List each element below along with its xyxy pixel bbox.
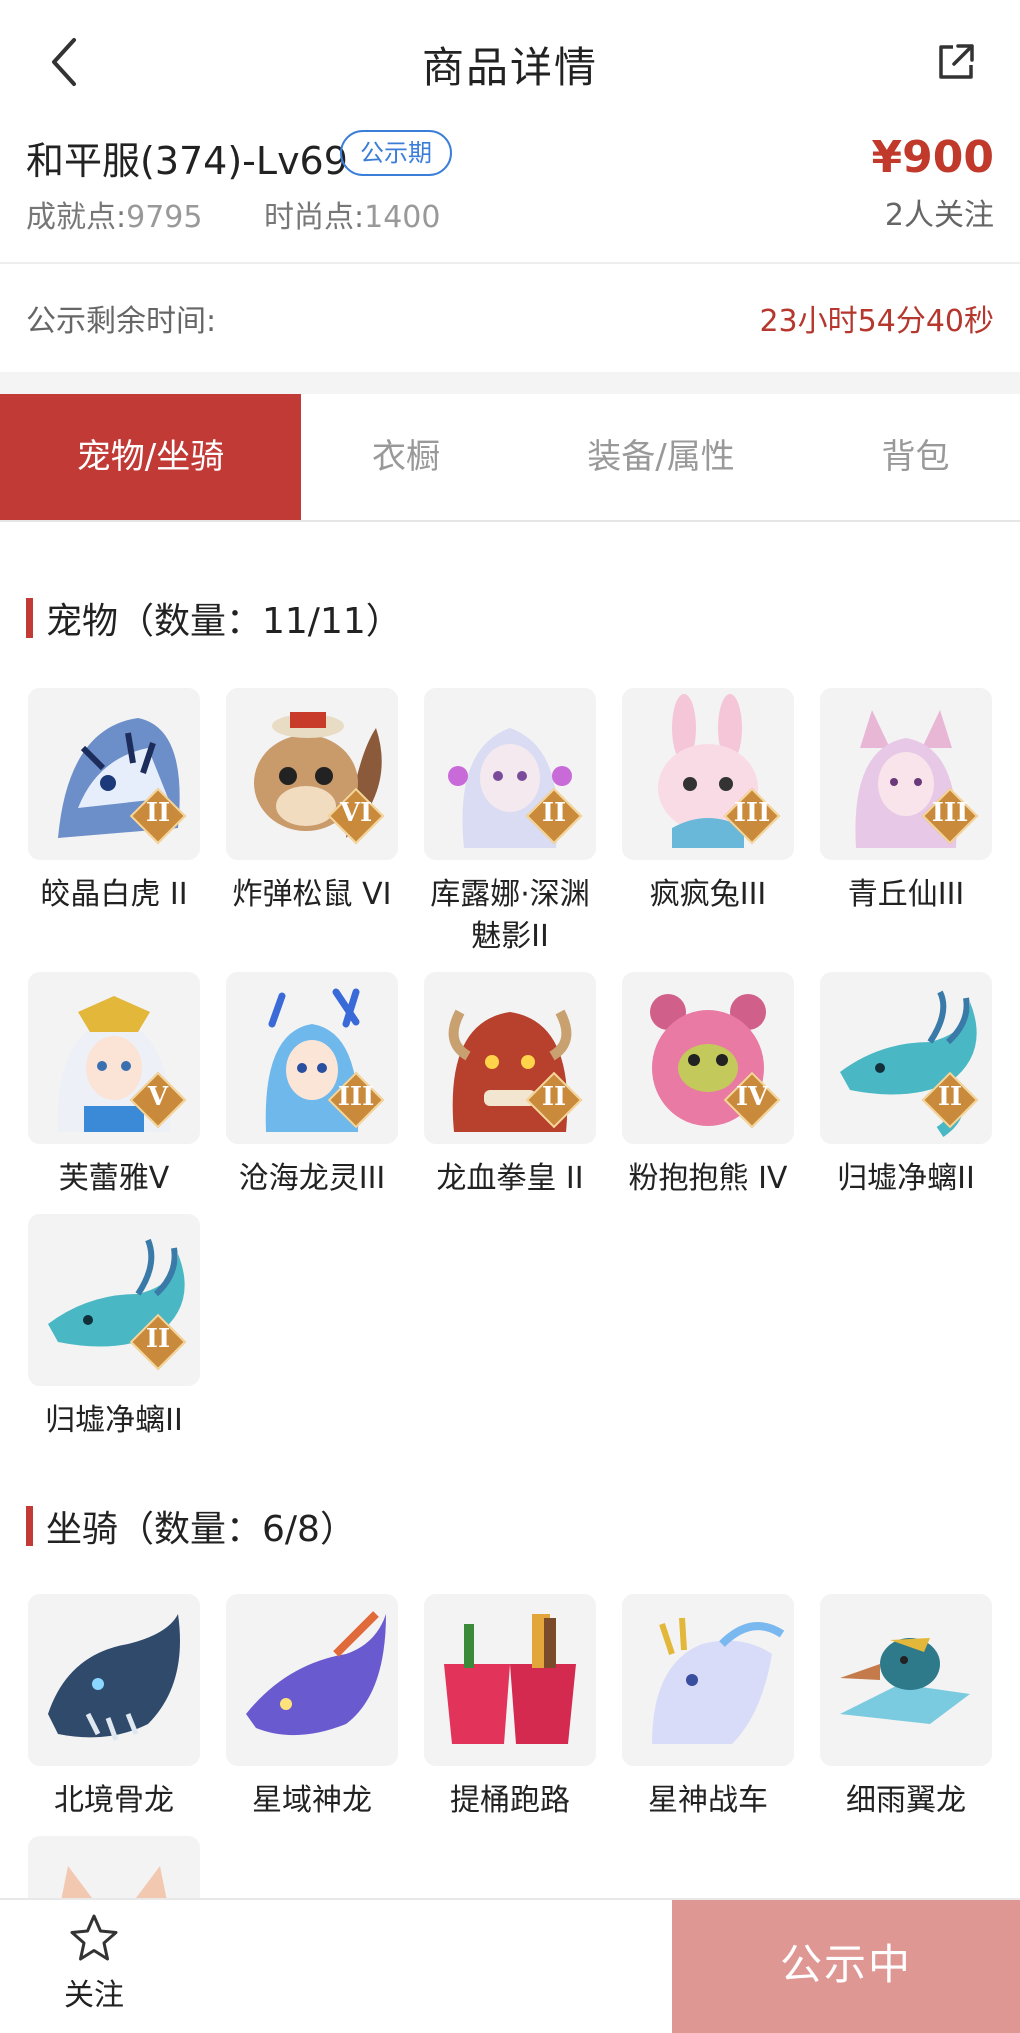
top-navigation-bar: 商品详情 bbox=[0, 0, 1020, 126]
pet-item[interactable]: V 芙蕾雅V bbox=[24, 972, 204, 1200]
fashion-label: 时尚点: bbox=[264, 200, 365, 235]
star-chariot-icon bbox=[622, 1594, 794, 1766]
jade-dragon-icon: II bbox=[28, 1214, 200, 1386]
rank-badge: V bbox=[129, 1071, 187, 1129]
drizzle-wyvern-icon bbox=[820, 1594, 992, 1766]
mount-name: 星域神龙 bbox=[252, 1783, 372, 1818]
tab-equipment-attributes[interactable]: 装备/属性 bbox=[511, 394, 811, 520]
white-tiger-icon: II bbox=[28, 688, 200, 860]
bucket-icon bbox=[424, 1594, 596, 1766]
bone-dragon-icon bbox=[28, 1594, 200, 1766]
star-dragon-icon bbox=[226, 1594, 398, 1766]
pet-item[interactable]: VI 炸弹松鼠 VI bbox=[222, 688, 402, 916]
mount-name: 星神战车 bbox=[648, 1783, 768, 1818]
follower-count: 2人关注 bbox=[884, 198, 994, 233]
category-tabs: 宠物/坐骑 衣橱 装备/属性 背包 bbox=[0, 394, 1020, 522]
freya-icon: V bbox=[28, 972, 200, 1144]
mount-name: 提桶跑路 bbox=[450, 1783, 570, 1818]
tab-wardrobe[interactable]: 衣橱 bbox=[301, 394, 511, 520]
status-badge: 公示期 bbox=[340, 130, 452, 176]
section-divider bbox=[0, 372, 1020, 394]
page-title: 商品详情 bbox=[421, 43, 598, 92]
pet-name: 粉抱抱熊 IV bbox=[628, 1161, 788, 1196]
pet-name: 库露娜·深渊魅影II bbox=[430, 877, 590, 954]
rank-badge: III bbox=[327, 1071, 385, 1129]
pet-item[interactable]: II 库露娜·深渊魅影II bbox=[420, 688, 600, 958]
pet-item[interactable]: III 沧海龙灵III bbox=[222, 972, 402, 1200]
mounts-section-title: 坐骑（数量：6/8） bbox=[26, 1500, 356, 1552]
fashion-points: 时尚点:1400 bbox=[264, 192, 440, 236]
pet-name: 炸弹松鼠 VI bbox=[232, 877, 392, 912]
rank-badge: II bbox=[129, 1313, 187, 1371]
fashion-value: 1400 bbox=[364, 200, 441, 235]
follow-button[interactable]: 关注 bbox=[44, 1912, 144, 2022]
pink-bear-icon: IV bbox=[622, 972, 794, 1144]
publicity-status-button[interactable]: 公示中 bbox=[672, 1900, 1020, 2033]
listing-info: 和平服(374)-Lv69 公示期 ¥900 成就点:9795 时尚点:1400… bbox=[0, 126, 1020, 262]
mount-item[interactable]: 星神战车 bbox=[618, 1594, 798, 1822]
pet-name: 芙蕾雅V bbox=[58, 1161, 170, 1196]
pet-item[interactable]: II 归墟净螭II bbox=[816, 972, 996, 1200]
kuluna-icon: II bbox=[424, 688, 596, 860]
pet-item[interactable]: IV 粉抱抱熊 IV bbox=[618, 972, 798, 1200]
price: ¥900 bbox=[871, 132, 994, 183]
rank-badge: II bbox=[525, 1071, 583, 1129]
mount-item[interactable]: 细雨翼龙 bbox=[816, 1594, 996, 1822]
rank-badge: III bbox=[723, 787, 781, 845]
pet-name: 沧海龙灵III bbox=[238, 1161, 386, 1196]
rabbit-icon: III bbox=[622, 688, 794, 860]
mount-name: 北境骨龙 bbox=[54, 1783, 174, 1818]
achievement-points: 成就点:9795 bbox=[26, 192, 202, 236]
countdown-label: 公示剩余时间: bbox=[26, 304, 217, 339]
tab-backpack[interactable]: 背包 bbox=[811, 394, 1020, 520]
rank-badge: II bbox=[129, 787, 187, 845]
pet-name: 归墟净螭II bbox=[45, 1403, 183, 1438]
pet-item[interactable]: II 龙血拳皇 II bbox=[420, 972, 600, 1200]
rank-badge: II bbox=[921, 1071, 979, 1129]
pet-name: 皎晶白虎 II bbox=[40, 877, 188, 912]
pet-name: 龙血拳皇 II bbox=[436, 1161, 584, 1196]
share-icon[interactable] bbox=[936, 42, 976, 82]
rank-badge: II bbox=[525, 787, 583, 845]
pet-item[interactable]: III 疯疯兔III bbox=[618, 688, 798, 916]
achievement-label: 成就点: bbox=[26, 200, 127, 235]
mount-name: 细雨翼龙 bbox=[846, 1783, 966, 1818]
mount-item[interactable]: 星域神龙 bbox=[222, 1594, 402, 1822]
server-level-title: 和平服(374)-Lv69 bbox=[26, 139, 348, 183]
fox-fairy-icon: III bbox=[820, 688, 992, 860]
mount-item[interactable]: 提桶跑路 bbox=[420, 1594, 600, 1822]
squirrel-icon: VI bbox=[226, 688, 398, 860]
achievement-value: 9795 bbox=[126, 200, 203, 235]
pet-item[interactable]: II 皎晶白虎 II bbox=[24, 688, 204, 916]
tab-pets-mounts[interactable]: 宠物/坐骑 bbox=[0, 394, 301, 520]
pet-name: 疯疯兔III bbox=[649, 877, 767, 912]
mount-item[interactable]: 北境骨龙 bbox=[24, 1594, 204, 1822]
pet-name: 归墟净螭II bbox=[837, 1161, 975, 1196]
follow-label: 关注 bbox=[64, 1978, 124, 2013]
star-icon bbox=[70, 1914, 118, 1961]
rank-badge: IV bbox=[723, 1071, 781, 1129]
rank-badge: III bbox=[921, 787, 979, 845]
publicity-countdown: 公示剩余时间: 23小时54分40秒 bbox=[0, 262, 1020, 372]
countdown-value: 23小时54分40秒 bbox=[759, 304, 994, 339]
dragon-fist-icon: II bbox=[424, 972, 596, 1144]
pets-section-title: 宠物（数量：11/11） bbox=[26, 592, 402, 644]
bottom-action-bar: 关注 公示中 bbox=[0, 1898, 1020, 2033]
jade-dragon-icon: II bbox=[820, 972, 992, 1144]
pet-name: 青丘仙III bbox=[847, 877, 965, 912]
pet-item[interactable]: III 青丘仙III bbox=[816, 688, 996, 916]
sea-dragon-spirit-icon: III bbox=[226, 972, 398, 1144]
pet-item[interactable]: II 归墟净螭II bbox=[24, 1214, 204, 1442]
rank-badge: VI bbox=[327, 787, 385, 845]
